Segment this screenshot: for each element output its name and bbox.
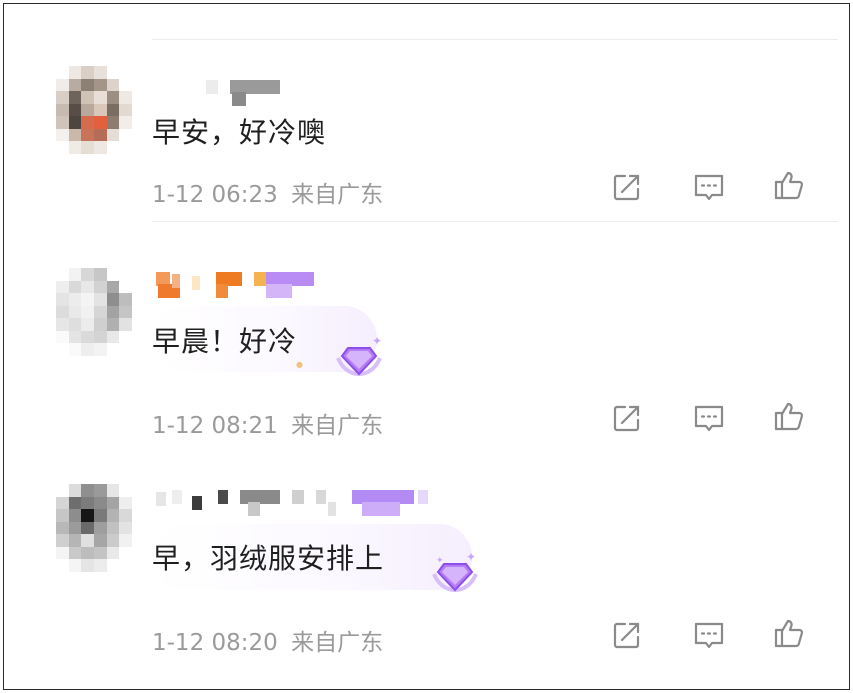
comment-list: 早安，好冷噢 1-12 06:23 来自广东 早晨！好冷 ✦ ● 1-12 08… <box>3 3 850 690</box>
comment-location: 来自广东 <box>291 630 384 656</box>
share-button[interactable] <box>610 618 644 652</box>
share-button[interactable] <box>610 170 644 204</box>
comment-text: 早晨！好冷 <box>152 325 298 358</box>
sparkle-icon: ✦ <box>372 334 383 348</box>
sparkle-icon: ● <box>296 360 303 369</box>
comment-meta: 1-12 08:21 来自广东 <box>152 406 383 440</box>
divider <box>152 221 838 222</box>
sparkle-icon: ✦ <box>466 550 477 564</box>
comment-icon <box>694 622 724 649</box>
share-icon <box>613 622 640 649</box>
comment-time: 1-12 08:21 <box>152 413 278 439</box>
comment-icon <box>694 174 724 201</box>
comment-location: 来自广东 <box>291 413 384 439</box>
like-button[interactable] <box>772 616 806 650</box>
avatar[interactable] <box>56 268 132 356</box>
reply-button[interactable] <box>692 401 726 435</box>
sparkle-icon: ✦ <box>436 556 444 566</box>
thumbs-up-icon <box>774 402 804 431</box>
avatar[interactable] <box>56 66 132 154</box>
comment-meta: 1-12 06:23 来自广东 <box>152 175 383 209</box>
comment-meta: 1-12 08:20 来自广东 <box>152 623 383 657</box>
comment-time: 1-12 08:20 <box>152 630 278 656</box>
share-icon <box>613 174 640 201</box>
divider <box>152 39 838 40</box>
like-button[interactable] <box>772 399 806 433</box>
reply-button[interactable] <box>692 170 726 204</box>
avatar[interactable] <box>56 484 132 572</box>
reply-button[interactable] <box>692 618 726 652</box>
thumbs-up-icon <box>774 171 804 200</box>
comment-text: 早安，好冷噢 <box>152 116 327 149</box>
comment-icon <box>694 405 724 432</box>
comment-text: 早，羽绒服安排上 <box>152 542 385 575</box>
thumbs-up-icon <box>774 619 804 648</box>
like-button[interactable] <box>772 168 806 202</box>
comment-time: 1-12 06:23 <box>152 182 278 208</box>
comment-location: 来自广东 <box>291 182 384 208</box>
share-button[interactable] <box>610 401 644 435</box>
share-icon <box>613 405 640 432</box>
